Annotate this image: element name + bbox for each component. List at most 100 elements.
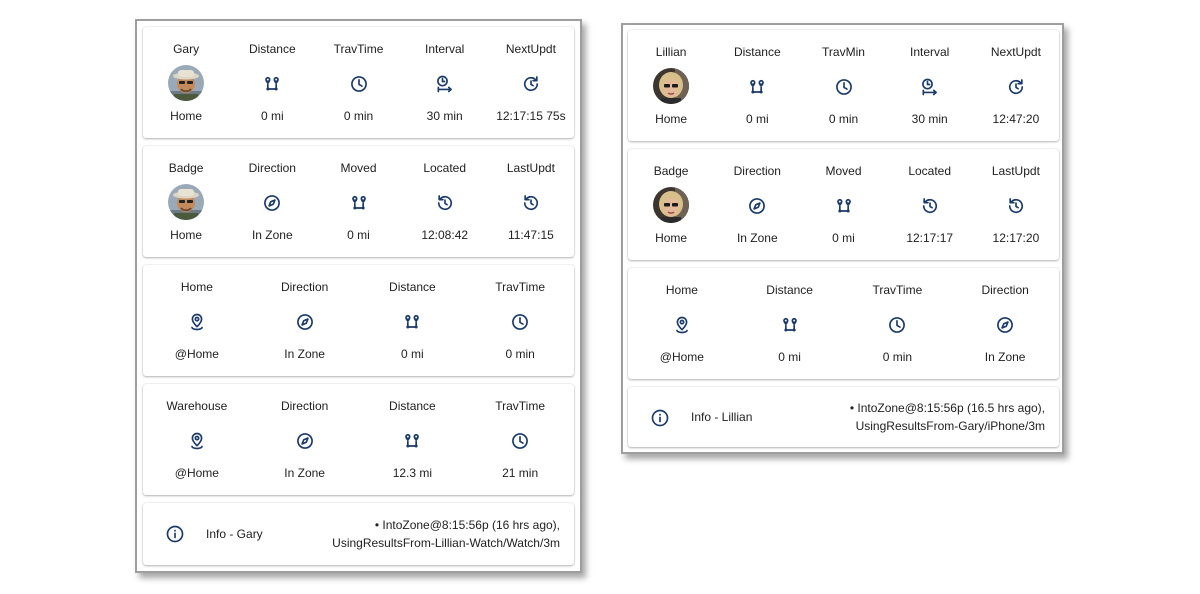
stat-cell-interval: Interval 30 min <box>395 27 495 138</box>
gary-badge-card[interactable]: Badge Home Direction In Zone Moved 0 mi … <box>143 146 574 257</box>
stat-cell-direction: Direction In Zone <box>255 265 355 376</box>
stat-label: Distance <box>733 45 781 59</box>
stat-cell-badge: Badge Home <box>136 146 236 257</box>
stat-label: TravTime <box>495 280 546 294</box>
stat-value: 0 mi <box>401 347 424 361</box>
stat-label: LastUpdt <box>506 161 555 175</box>
clock-icon <box>834 77 854 97</box>
stat-cell-direction: Direction In Zone <box>255 384 355 495</box>
stat-label: TravTime <box>333 42 384 56</box>
distance-icon <box>780 315 800 335</box>
stat-value: 11:47:15 <box>507 228 554 242</box>
stat-value: 12:17:20 <box>992 231 1040 245</box>
info-text-line2: UsingResultsFrom-Lillian-Watch/Watch/3m <box>332 536 560 550</box>
stat-cell-distance: Distance 0 mi <box>707 30 807 141</box>
location-pin-icon <box>187 312 207 332</box>
stat-cell-moved: Moved 0 mi <box>309 146 409 257</box>
stat-label: Distance <box>248 42 296 56</box>
lillian-status-card[interactable]: Lillian Home Distance 0 mi TravMin 0 min Int… <box>628 30 1059 141</box>
gary-status-card[interactable]: Gary Home Distance 0 mi TravTime 0 min I… <box>143 27 574 138</box>
stat-label: Badge <box>168 161 204 175</box>
clock-icon <box>887 315 907 335</box>
stat-cell-direction: Direction In Zone <box>222 146 322 257</box>
stat-value: Home <box>170 109 203 123</box>
stat-value: Home <box>170 228 203 242</box>
stat-label: TravTime <box>872 283 923 297</box>
stat-label: Gary <box>173 42 200 56</box>
stat-value: 12.3 mi <box>392 466 433 480</box>
stat-value: In Zone <box>251 228 293 242</box>
stat-label: Distance <box>389 399 436 413</box>
stat-cell-distance: Distance 0 mi <box>222 27 322 138</box>
history-icon <box>1006 196 1026 216</box>
stat-label: Interval <box>425 42 465 56</box>
lillian-home-zone-card[interactable]: Home @Home Distance 0 mi TravTime 0 min Direc… <box>628 268 1059 379</box>
stat-label: Moved <box>825 164 862 178</box>
stat-value: Home <box>655 112 688 126</box>
stat-value: 12:08:42 <box>421 228 469 242</box>
avatar-gary <box>168 184 205 220</box>
stat-cell-travtime: TravTime 21 min <box>470 384 570 495</box>
stat-label: Direction <box>280 280 329 294</box>
stat-cell-nextupdt: NextUpdt 12:17:15 75s <box>481 27 581 138</box>
stat-cell-distance: Distance 0 mi <box>362 265 462 376</box>
gary-warehouse-zone-card[interactable]: Warehouse @Home Direction In Zone Distance 1… <box>143 384 574 495</box>
gary-home-zone-card[interactable]: Home @Home Direction In Zone Distance 0 mi Tr… <box>143 265 574 376</box>
stat-label: TravMin <box>822 45 865 59</box>
refresh-icon <box>521 74 541 94</box>
gary-tracker-panel: Gary Home Distance 0 mi TravTime 0 min I… <box>135 19 582 573</box>
stat-value: 12:17:15 75s <box>496 109 566 123</box>
stat-value: 12:17:17 <box>906 231 954 245</box>
stat-cell-distance: Distance 12.3 mi <box>362 384 462 495</box>
stat-cell-home: Home @Home <box>632 268 732 379</box>
interval-icon <box>435 74 455 94</box>
clock-icon <box>349 74 369 94</box>
stat-value: @Home <box>174 466 219 480</box>
stat-value: Home <box>655 231 688 245</box>
lillian-tracker-panel: Lillian Home Distance 0 mi TravMin 0 min Int… <box>621 23 1064 454</box>
distance-icon <box>834 196 854 216</box>
stat-label: Home <box>665 283 698 297</box>
stat-value: In Zone <box>984 350 1026 364</box>
stat-cell-gary: Gary Home <box>136 27 236 138</box>
stat-cell-direction: Direction In Zone <box>707 149 807 260</box>
avatar-gary <box>168 65 205 101</box>
interval-icon <box>920 77 940 97</box>
avatar-lillian <box>653 187 690 223</box>
stat-cell-lastupdt: LastUpdt 12:17:20 <box>966 149 1066 260</box>
info-text-line1: • IntoZone@8:15:56p (16 hrs ago), <box>374 518 560 532</box>
refresh-icon <box>1006 77 1026 97</box>
location-pin-icon <box>187 431 207 451</box>
stat-value: @Home <box>659 350 704 364</box>
stat-label: Lillian <box>655 45 687 59</box>
stat-value: 21 min <box>502 466 539 480</box>
stat-value: In Zone <box>736 231 778 245</box>
stat-label: NextUpdt <box>990 45 1041 59</box>
history-icon <box>920 196 940 216</box>
stat-value: 0 mi <box>260 109 284 123</box>
avatar-lillian <box>653 68 690 104</box>
stat-label: Direction <box>981 283 1029 297</box>
lillian-badge-card[interactable]: Badge Home Direction In Zone Moved 0 mi Loca… <box>628 149 1059 260</box>
stat-value: 30 min <box>426 109 463 123</box>
stat-cell-home: Home @Home <box>147 265 247 376</box>
stat-label: Badge <box>653 164 689 178</box>
stat-cell-travtime: TravTime 0 min <box>847 268 947 379</box>
stat-cell-nextupdt: NextUpdt 12:47:20 <box>966 30 1066 141</box>
gary-info-card[interactable]: Info - Gary • IntoZone@8:15:56p (16 hrs … <box>143 503 574 565</box>
info-title: Info - Gary <box>206 527 263 541</box>
stat-label: TravTime <box>495 399 546 413</box>
stat-label: Home <box>180 280 213 294</box>
stat-label: Interval <box>910 45 950 59</box>
lillian-info-card[interactable]: Info - Lillian • IntoZone@8:15:56p (16.5… <box>628 387 1059 447</box>
stat-value: In Zone <box>284 347 325 361</box>
distance-icon <box>402 431 422 451</box>
stat-cell-lillian: Lillian Home <box>621 30 721 141</box>
stat-value: 0 min <box>882 350 913 364</box>
stat-cell-located: Located 12:17:17 <box>880 149 980 260</box>
distance-icon <box>349 193 369 213</box>
stat-label: Located <box>423 161 467 175</box>
clock-icon <box>510 431 530 451</box>
stat-cell-direction: Direction In Zone <box>955 268 1055 379</box>
info-text-line1: • IntoZone@8:15:56p (16.5 hrs ago), <box>849 401 1045 415</box>
